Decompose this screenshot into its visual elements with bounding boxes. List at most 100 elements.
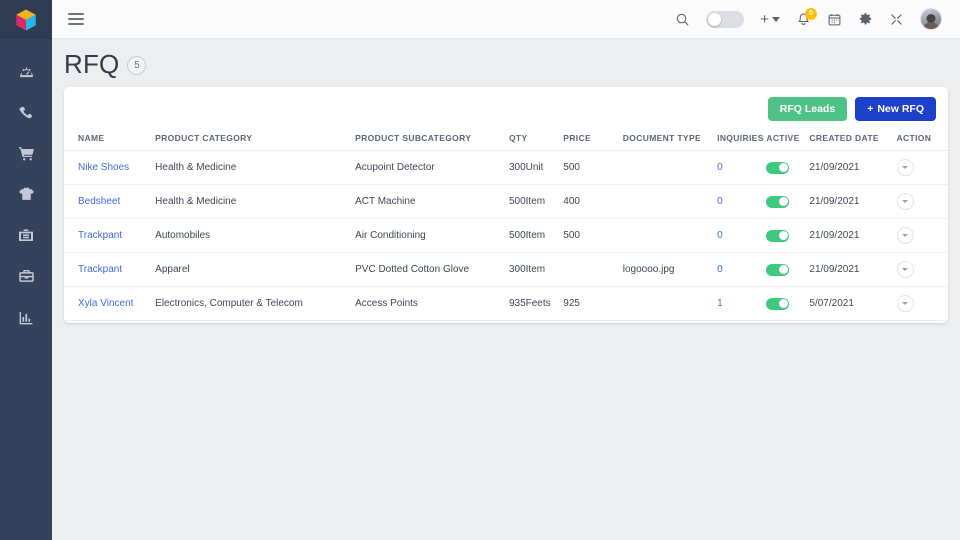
sidebar-item-reports[interactable] <box>0 297 52 338</box>
active-toggle[interactable] <box>766 263 790 276</box>
chevron-down-icon <box>902 166 909 169</box>
sidebar-item-orders[interactable] <box>0 133 52 174</box>
active-toggle[interactable] <box>766 297 790 310</box>
toggle-knob <box>778 231 788 240</box>
sidebar-item-products[interactable] <box>0 174 52 215</box>
cube-logo-icon <box>16 8 36 31</box>
chevron-down-icon <box>902 268 909 271</box>
sidebar-item-tools[interactable] <box>0 256 52 297</box>
app-logo[interactable] <box>0 0 52 39</box>
cell-inquiries-link[interactable]: 0 <box>717 196 723 207</box>
hamburger-icon[interactable] <box>68 8 90 30</box>
chevron-down-icon <box>772 16 780 22</box>
search-icon[interactable] <box>675 12 690 27</box>
cell-price: 925 <box>559 286 619 321</box>
rfq-table: NAME PRODUCT CATEGORY PRODUCT SUBCATEGOR… <box>64 130 948 321</box>
column-header-category[interactable]: PRODUCT CATEGORY <box>151 130 352 151</box>
table-row: Trackpant Automobiles Air Conditioning 500I… <box>64 218 948 253</box>
notifications-button[interactable]: 0 <box>796 7 817 27</box>
cell-qty: 500Item <box>504 184 560 219</box>
cell-category: Health & Medicine <box>151 150 352 185</box>
column-header-active[interactable]: ACTIVE <box>762 130 806 151</box>
main-area: + 0 RFQ 5 RFQ Leads + New RFQ NAME PRODU… <box>52 0 960 540</box>
toggle-knob <box>778 265 788 274</box>
toolbox-icon <box>18 269 34 282</box>
column-header-action[interactable]: ACTION <box>892 130 948 151</box>
cell-inquiries-link[interactable]: 0 <box>717 162 723 173</box>
active-toggle[interactable] <box>766 229 790 242</box>
sidebar <box>0 0 52 540</box>
expand-icon[interactable] <box>889 12 904 27</box>
cell-document-type: logoooo.jpg <box>618 252 714 287</box>
table-body: Nike Shoes Health & Medicine Acupoint Dete… <box>64 150 948 321</box>
table-row: Nike Shoes Health & Medicine Acupoint Dete… <box>64 150 948 185</box>
row-action-button[interactable] <box>896 193 914 210</box>
cell-qty: 500Item <box>504 218 560 253</box>
sidebar-item-inbox[interactable] <box>0 215 52 256</box>
cart-icon <box>18 147 34 161</box>
cell-qty: 935Feets <box>504 286 560 321</box>
row-name-link[interactable]: Trackpant <box>78 230 122 241</box>
toggle-knob <box>778 197 788 206</box>
row-action-button[interactable] <box>896 295 914 312</box>
chevron-down-icon <box>902 234 909 237</box>
cell-document-type <box>618 150 714 185</box>
toggle-knob <box>708 12 722 26</box>
column-header-document-type[interactable]: DOCUMENT TYPE <box>618 130 714 151</box>
cell-inquiries-link[interactable]: 0 <box>717 230 723 241</box>
card-toolbar: RFQ Leads + New RFQ <box>64 87 948 130</box>
row-name-link[interactable]: Nike Shoes <box>78 162 129 173</box>
column-header-price[interactable]: PRICE <box>559 130 619 151</box>
record-count-badge: 5 <box>127 56 147 75</box>
row-name-link[interactable]: Xyla Vincent <box>78 298 133 309</box>
new-rfq-label: New RFQ <box>877 102 924 115</box>
cell-subcategory: Access Points <box>351 286 505 321</box>
column-header-inquiries[interactable]: INQUIRIES <box>713 130 763 151</box>
cell-created-date: 21/09/2021 <box>805 252 893 287</box>
theme-toggle[interactable] <box>706 10 745 28</box>
row-action-button[interactable] <box>896 261 914 278</box>
row-action-button[interactable] <box>896 159 914 176</box>
table-row: Xyla Vincent Electronics, Computer & Tele… <box>64 286 948 321</box>
active-toggle[interactable] <box>766 195 790 208</box>
new-rfq-button[interactable]: + New RFQ <box>855 96 936 121</box>
cell-created-date: 5/07/2021 <box>805 286 893 321</box>
cell-document-type <box>618 286 714 321</box>
add-menu-button[interactable]: + <box>760 11 780 28</box>
calendar-icon[interactable] <box>827 12 842 27</box>
column-header-subcategory[interactable]: PRODUCT SUBCATEGORY <box>351 130 505 151</box>
briefcase-icon <box>19 228 33 241</box>
chevron-down-icon <box>902 302 909 305</box>
app-root: + 0 RFQ 5 RFQ Leads + New RFQ NAME PRODU… <box>0 0 960 540</box>
cell-price: 500 <box>559 218 619 253</box>
plus-icon: + <box>867 102 874 115</box>
row-name-link[interactable]: Bedsheet <box>78 196 120 207</box>
table-header-row: NAME PRODUCT CATEGORY PRODUCT SUBCATEGOR… <box>64 130 948 151</box>
cell-price: 400 <box>559 184 619 219</box>
row-action-button[interactable] <box>896 227 914 244</box>
cell-category: Automobiles <box>151 218 352 253</box>
row-name-link[interactable]: Trackpant <box>78 264 122 275</box>
cell-document-type <box>618 218 714 253</box>
add-menu-label: + <box>760 10 769 28</box>
cell-created-date: 21/09/2021 <box>805 184 893 219</box>
cell-inquiries-link[interactable]: 1 <box>717 298 723 309</box>
chevron-down-icon <box>902 200 909 203</box>
column-header-qty[interactable]: QTY <box>504 130 560 151</box>
sidebar-item-dashboard[interactable] <box>0 51 52 92</box>
user-avatar[interactable] <box>920 8 942 30</box>
topbar-actions: + 0 <box>675 7 942 30</box>
sidebar-item-calls[interactable] <box>0 92 52 133</box>
column-header-created-date[interactable]: CREATED DATE <box>805 130 893 151</box>
cell-inquiries-link[interactable]: 0 <box>717 264 723 275</box>
cell-created-date: 21/09/2021 <box>805 150 893 185</box>
dashboard-icon <box>19 67 33 78</box>
gear-icon[interactable] <box>858 12 873 27</box>
column-header-name[interactable]: NAME <box>64 130 152 151</box>
page-header: RFQ 5 <box>52 39 960 87</box>
cell-subcategory: PVC Dotted Cotton Glove <box>351 252 505 287</box>
active-toggle[interactable] <box>766 161 790 174</box>
rfq-leads-button[interactable]: RFQ Leads <box>767 96 848 121</box>
notification-badge: 0 <box>805 7 817 20</box>
cell-price: 500 <box>559 150 619 185</box>
